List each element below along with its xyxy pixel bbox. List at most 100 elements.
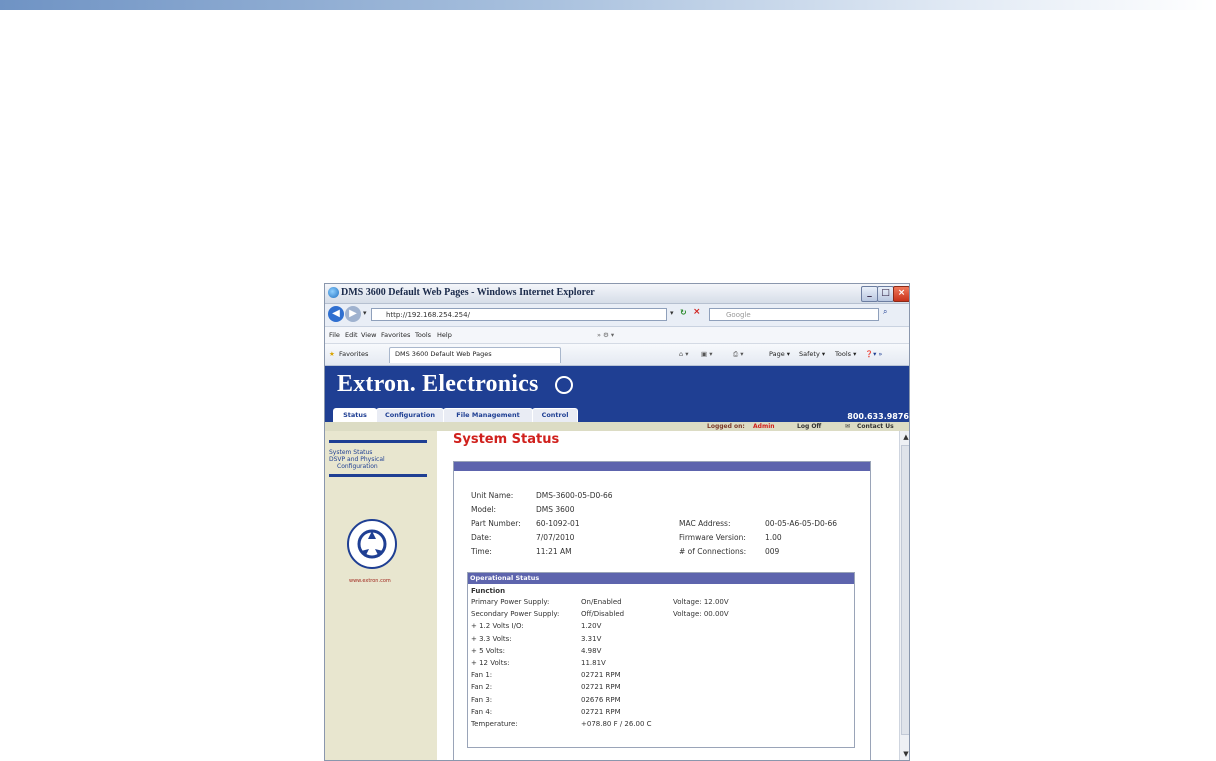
scroll-down-icon[interactable]: ▼ [901,749,909,759]
connections-label: # of Connections: [679,547,747,556]
contact-us-link[interactable]: Contact Us [857,423,894,430]
tab-configuration[interactable]: Configuration [376,408,444,422]
close-icon[interactable]: × [893,286,909,302]
address-toolbar: ◀ ▶ ▾ http://192.168.254.254/ ▾ ↻ × Goog… [325,304,909,327]
part-number-label: Part Number: [471,519,521,528]
sidebar: System Status DSVP and Physical Configur… [325,431,437,760]
tab-file-management[interactable]: File Management [443,408,533,422]
menu-file[interactable]: File [329,331,340,339]
time-value: 11:21 AM [536,547,572,556]
logged-on-user: Admin [753,423,775,430]
firmware-version-value: 1.00 [765,533,782,542]
date-label: Date: [471,533,492,542]
op-row-value: 02721 RPM [581,707,621,716]
help-icon[interactable]: ❓▾ » [865,350,882,358]
extron-seal-logo [347,519,397,569]
favorites-bar: ★ Favorites DMS 3600 Default Web Pages ⌂… [325,344,909,366]
op-row-voltage: Voltage: 00.00V [673,610,729,619]
op-row-label: Temperature: [471,720,518,728]
vertical-scrollbar[interactable]: ▲ ▼ [899,431,909,760]
menu-help[interactable]: Help [437,331,452,339]
maximize-icon[interactable]: □ [877,286,894,302]
page-title: System Status [453,432,560,447]
safety-menu[interactable]: Safety ▾ [799,350,825,358]
favorites-star-icon[interactable]: ★ [329,350,335,358]
sidebar-item-configuration[interactable]: Configuration [337,463,378,471]
operational-status-panel: Operational Status Function Primary Powe… [467,572,855,748]
menu-view[interactable]: View [361,331,376,339]
op-row-label: Fan 2: [471,683,493,692]
home-icon[interactable]: ⌂ ▾ [679,350,688,358]
status-panel-header [454,462,870,471]
op-row-label: + 5 Volts: [471,646,505,655]
op-row-value: Off/Disabled [581,610,625,619]
model-value: DMS 3600 [536,505,575,514]
stop-icon[interactable]: × [693,307,701,317]
unit-name-value: DMS-3600-05-D0-66 [536,491,613,500]
forward-icon[interactable]: ▶ [345,306,361,322]
tab-status[interactable]: Status [333,408,377,422]
operational-status-title: Operational Status [470,574,540,582]
mac-address-value: 00-05-A6-05-D0-66 [765,519,837,528]
window-titlebar: DMS 3600 Default Web Pages - Windows Int… [325,284,909,304]
back-icon[interactable]: ◀ [328,306,344,322]
op-row-label: + 3.3 Volts: [471,634,512,643]
print-icon[interactable]: ⎙ ▾ [733,350,744,359]
op-row-value: 1.20V [581,622,602,631]
browser-window: DMS 3600 Default Web Pages - Windows Int… [324,283,910,761]
site-banner: Extron. Electronics Status Configuration… [325,366,909,422]
firmware-version-label: Firmware Version: [679,533,746,542]
favorites-label[interactable]: Favorites [339,350,368,358]
sidebar-divider [329,474,427,477]
function-header: Function [471,587,506,595]
status-panel: Unit Name: DMS-3600-05-D0-66 Model: DMS … [453,461,871,760]
scroll-thumb[interactable] [901,445,909,735]
links-icon[interactable]: » ⚙ ▾ [597,331,614,339]
page-menu[interactable]: Page ▾ [769,350,790,358]
log-off-link[interactable]: Log Off [797,423,821,430]
op-row-label: Primary Power Supply: [471,598,550,606]
sidebar-url[interactable]: www.extron.com [349,577,391,585]
recent-pages-icon[interactable]: ▾ [363,309,367,317]
logged-on-label: Logged on: [707,423,745,430]
unit-name-label: Unit Name: [471,491,514,500]
op-row-label: + 1.2 Volts I/O: [471,622,524,631]
op-row-value: 02721 RPM [581,671,621,680]
window-title: DMS 3600 Default Web Pages - Windows Int… [341,287,595,298]
feeds-icon[interactable]: ▣ ▾ [701,350,712,358]
operational-status-header: Operational Status [468,573,854,584]
part-number-value: 60-1092-01 [536,519,580,528]
menu-favorites[interactable]: Favorites [381,331,410,339]
brand-logo-text: Extron. Electronics [337,371,539,397]
session-bar: Logged on: Admin Log Off ✉ Contact Us [325,422,909,431]
search-icon[interactable]: ⌕ [883,307,887,317]
menu-bar: File Edit View Favorites Tools Help » ⚙ … [325,327,909,344]
scroll-up-icon[interactable]: ▲ [901,432,909,442]
extron-logo-icon [555,376,573,394]
op-row-label: Fan 1: [471,671,493,680]
op-row-label: Fan 3: [471,695,493,704]
address-dropdown-icon[interactable]: ▾ [670,309,674,317]
ie-logo-icon [328,287,339,298]
op-row-value: 4.98V [581,646,602,655]
op-row-value: +078.80 F / 26.00 C [581,720,652,728]
connections-value: 009 [765,547,780,556]
op-row-voltage: Voltage: 12.00V [673,598,729,606]
model-label: Model: [471,505,497,514]
op-row-label: Secondary Power Supply: [471,610,560,619]
tools-menu[interactable]: Tools ▾ [835,350,856,358]
op-row-value: 3.31V [581,634,602,643]
op-row-label: + 12 Volts: [471,659,510,667]
address-field[interactable]: http://192.168.254.254/ [371,308,667,321]
op-row-value: 02721 RPM [581,683,621,692]
op-row-value: 02676 RPM [581,695,621,704]
main-content: System Status Unit Name: DMS-3600-05-D0-… [437,431,899,760]
refresh-icon[interactable]: ↻ [680,308,687,317]
seal-emblem-icon [357,529,387,559]
search-input[interactable]: Google [709,308,879,321]
mail-icon[interactable]: ✉ [845,423,850,430]
menu-tools[interactable]: Tools [415,331,431,339]
menu-edit[interactable]: Edit [345,331,358,339]
minimize-icon[interactable]: _ [861,286,878,302]
tab-control[interactable]: Control [532,408,578,422]
